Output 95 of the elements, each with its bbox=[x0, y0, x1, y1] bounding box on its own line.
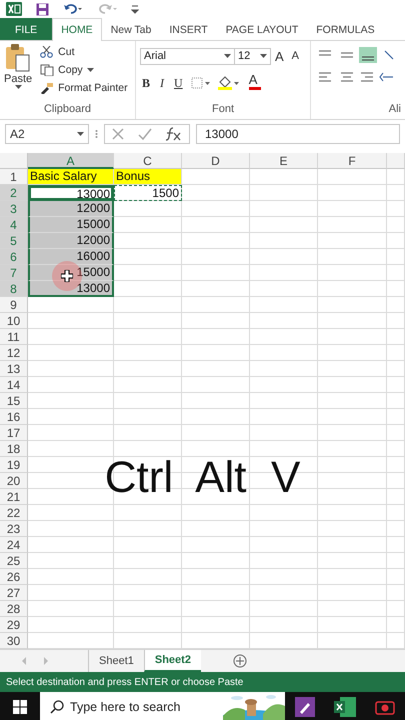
row-header[interactable]: 26 bbox=[0, 569, 28, 585]
cursor-icon bbox=[61, 270, 73, 282]
spreadsheet-app-icon[interactable] bbox=[334, 697, 356, 717]
ribbon-tab[interactable]: PAGE LAYOUT bbox=[216, 18, 308, 40]
row-header[interactable]: 2 bbox=[0, 185, 28, 201]
row-header[interactable]: 22 bbox=[0, 505, 28, 521]
ribbon-tab[interactable]: New Tab bbox=[102, 18, 160, 40]
ribbon-tab[interactable]: HOME bbox=[52, 18, 102, 41]
row-header[interactable]: 21 bbox=[0, 489, 28, 505]
caption-text: Ctrl Alt V bbox=[104, 453, 300, 503]
paste-button[interactable]: Paste bbox=[0, 41, 36, 101]
table-cell: 12000 bbox=[28, 233, 114, 249]
italic-button[interactable]: I bbox=[158, 74, 166, 92]
undo-icon[interactable] bbox=[63, 3, 83, 15]
font-color-button[interactable]: A bbox=[246, 73, 263, 93]
underline-button[interactable]: U bbox=[172, 74, 185, 92]
name-box[interactable]: A2 bbox=[5, 124, 89, 144]
borders-icon[interactable] bbox=[190, 77, 211, 89]
row-header[interactable]: 1 bbox=[0, 169, 28, 185]
table-cell: 12000 bbox=[28, 201, 114, 217]
row-header[interactable]: 25 bbox=[0, 553, 28, 569]
row-header[interactable]: 17 bbox=[0, 425, 28, 441]
column-header[interactable]: C bbox=[114, 153, 182, 169]
row-header[interactable]: 7 bbox=[0, 265, 28, 281]
row-header[interactable]: 20 bbox=[0, 473, 28, 489]
caret-icon bbox=[77, 132, 84, 136]
row-header[interactable]: 27 bbox=[0, 585, 28, 601]
column-header[interactable]: F bbox=[318, 153, 387, 169]
cut-button[interactable]: Cut bbox=[38, 43, 130, 61]
row-header[interactable]: 10 bbox=[0, 313, 28, 329]
row-header[interactable]: 23 bbox=[0, 521, 28, 537]
grow-font-button[interactable]: A bbox=[271, 47, 288, 65]
caret-icon bbox=[86, 68, 94, 72]
table-cell: 15000 bbox=[28, 217, 114, 233]
save-icon[interactable] bbox=[36, 2, 49, 16]
group-label: Ali bbox=[388, 103, 401, 117]
row-header[interactable]: 9 bbox=[0, 297, 28, 313]
copy-button[interactable]: Copy bbox=[38, 61, 130, 79]
table-cell: Basic Salary bbox=[28, 169, 114, 185]
row-header[interactable]: 13 bbox=[0, 361, 28, 377]
search-icon bbox=[50, 700, 64, 714]
search-field[interactable]: Type here to search bbox=[70, 700, 210, 714]
customize-icon[interactable] bbox=[131, 4, 139, 14]
app-icon[interactable] bbox=[294, 697, 315, 717]
start-icon[interactable] bbox=[13, 700, 27, 714]
format-painter-button[interactable]: Format Painter bbox=[38, 79, 130, 97]
row-header[interactable]: 18 bbox=[0, 441, 28, 457]
ribbon-tab[interactable]: FILE bbox=[0, 18, 52, 40]
row-header[interactable]: 5 bbox=[0, 233, 28, 249]
table-cell: Bonus bbox=[114, 169, 182, 185]
group-label: Clipboard bbox=[42, 103, 92, 117]
ribbon-tab[interactable]: INSERT bbox=[160, 18, 217, 40]
table-cell: 1500 bbox=[114, 185, 182, 201]
more-icon bbox=[95, 129, 98, 139]
table-cell: 13000 bbox=[28, 185, 114, 201]
row-header[interactable]: 12 bbox=[0, 345, 28, 361]
caret-icon bbox=[14, 85, 22, 90]
row-header[interactable]: 19 bbox=[0, 457, 28, 473]
row-header[interactable]: 11 bbox=[0, 329, 28, 345]
brush-icon bbox=[40, 82, 54, 94]
table-cell: 16000 bbox=[28, 249, 114, 265]
column-header[interactable]: E bbox=[250, 153, 318, 169]
font-size-field[interactable]: 12 bbox=[235, 48, 271, 64]
row-header[interactable]: 14 bbox=[0, 377, 28, 393]
sheet-tab[interactable]: Sheet2 bbox=[144, 650, 201, 672]
caret-icon bbox=[224, 54, 231, 58]
row-header[interactable]: 4 bbox=[0, 217, 28, 233]
font-name-field[interactable]: Arial bbox=[140, 48, 235, 64]
group-label: Font bbox=[210, 103, 235, 117]
row-header[interactable]: 24 bbox=[0, 537, 28, 553]
shrink-font-button[interactable]: A bbox=[288, 47, 304, 65]
status-text: Select destination and press ENTER or choose Paste bbox=[6, 676, 244, 688]
bold-button[interactable]: B bbox=[140, 74, 152, 92]
fill-color-icon[interactable] bbox=[216, 76, 241, 90]
row-header[interactable]: 15 bbox=[0, 393, 28, 409]
insert-function-icon[interactable] bbox=[164, 127, 183, 141]
caret-icon bbox=[260, 54, 267, 58]
ribbon-tab[interactable]: FORMULAS bbox=[307, 18, 384, 40]
copy-icon bbox=[40, 64, 54, 76]
row-header[interactable]: 16 bbox=[0, 409, 28, 425]
scissors-icon bbox=[40, 46, 54, 58]
column-header[interactable]: A bbox=[28, 153, 114, 169]
column-header[interactable]: D bbox=[182, 153, 250, 169]
row-header[interactable]: 3 bbox=[0, 201, 28, 217]
formula-field[interactable]: 13000 bbox=[196, 124, 400, 144]
row-header[interactable]: 6 bbox=[0, 249, 28, 265]
table-cell: 13000 bbox=[28, 281, 114, 297]
row-header[interactable]: 30 bbox=[0, 633, 28, 649]
row-header[interactable]: 8 bbox=[0, 281, 28, 297]
add-sheet-icon[interactable] bbox=[232, 654, 247, 668]
row-header[interactable]: 29 bbox=[0, 617, 28, 633]
row-header[interactable]: 28 bbox=[0, 601, 28, 617]
table-cell: 15000 bbox=[28, 265, 114, 281]
search-bar[interactable]: Type here to search bbox=[40, 692, 285, 720]
excel-logo-icon[interactable] bbox=[6, 2, 22, 16]
